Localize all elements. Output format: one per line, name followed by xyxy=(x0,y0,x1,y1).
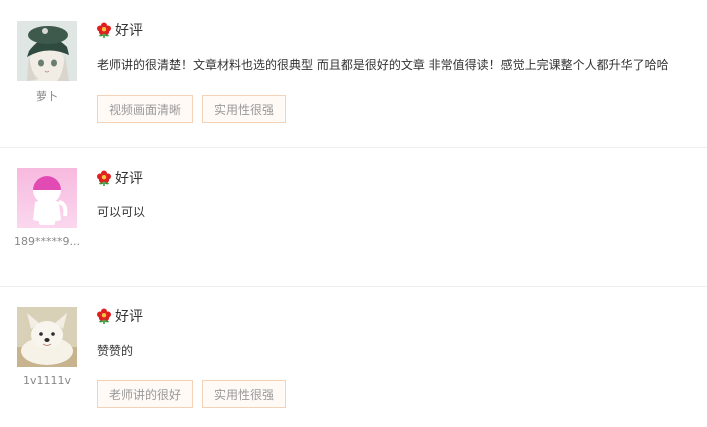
username[interactable]: 189*****9... xyxy=(11,235,83,248)
red-flower-icon xyxy=(96,170,112,186)
tag: 视频画面清晰 xyxy=(97,95,194,123)
tag: 实用性很强 xyxy=(202,380,287,408)
comment-text: 赞赞的 xyxy=(97,344,134,358)
rating: 好评 xyxy=(96,168,143,188)
review-item: 1v1111v 好评 赞赞的 老师讲的很好 实用性很强 xyxy=(0,286,707,427)
tag: 实用性很强 xyxy=(202,95,287,123)
tag-list: 视频画面清晰 实用性很强 xyxy=(97,95,295,123)
red-flower-icon xyxy=(96,22,112,38)
username[interactable]: 1v1111v xyxy=(11,374,83,387)
comment-text: 老师讲的很清楚！文章材料也选的很典型 而且都是很好的文章 非常值得读！感觉上完课… xyxy=(97,58,669,72)
rating: 好评 xyxy=(96,20,143,40)
default-pink-avatar-icon[interactable] xyxy=(17,168,77,228)
rating-label: 好评 xyxy=(115,171,143,187)
username[interactable]: 萝卜 xyxy=(11,88,83,104)
tag-list: 老师讲的很好 实用性很强 xyxy=(97,380,295,408)
anime-girl-avatar-icon[interactable] xyxy=(17,21,77,81)
review-list: 萝卜 好评 老师讲的很清楚！文章材料也选的很典型 而且都是很好的文章 非常值得读… xyxy=(0,0,707,427)
comment-text: 可以可以 xyxy=(97,205,146,219)
review-item: 萝卜 好评 老师讲的很清楚！文章材料也选的很典型 而且都是很好的文章 非常值得读… xyxy=(0,0,707,148)
red-flower-icon xyxy=(96,308,112,324)
review-item: 189*****9... 好评 可以可以 xyxy=(0,147,707,287)
rating-label: 好评 xyxy=(115,23,143,39)
rating-label: 好评 xyxy=(115,309,143,325)
rating: 好评 xyxy=(96,306,143,326)
white-dog-avatar-icon[interactable] xyxy=(17,307,77,367)
tag: 老师讲的很好 xyxy=(97,380,194,408)
